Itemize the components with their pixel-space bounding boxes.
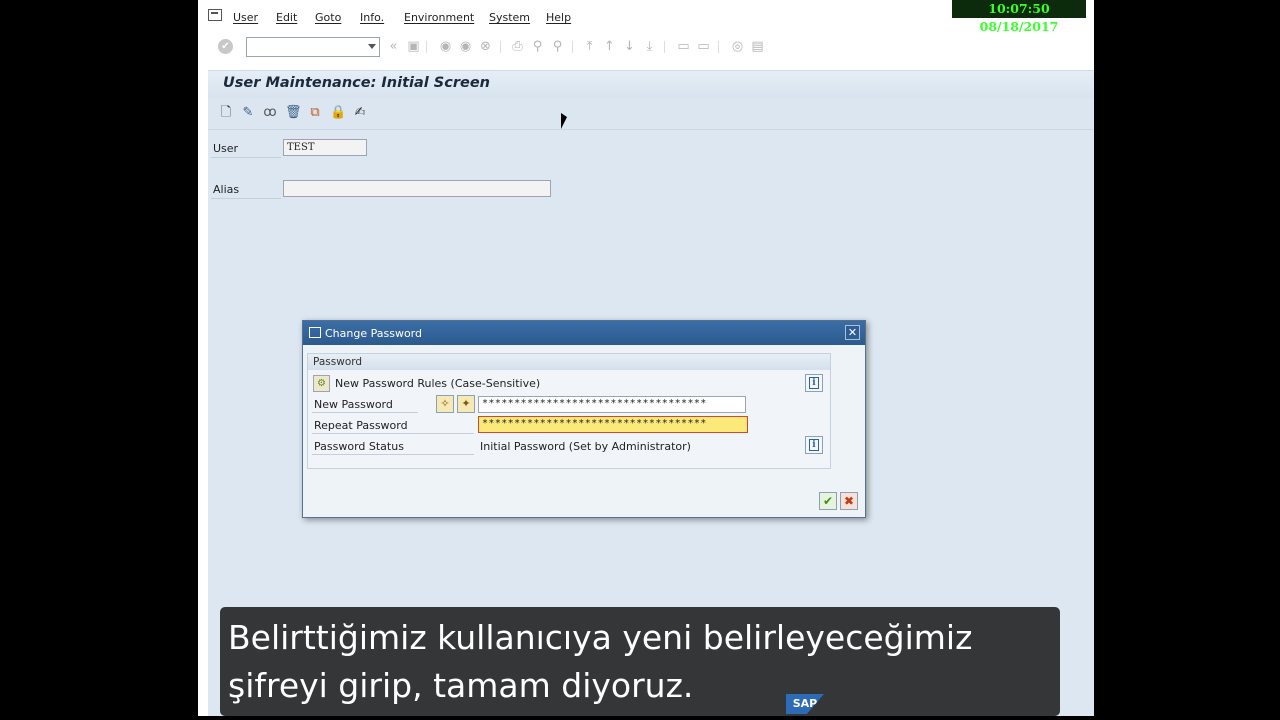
save-icon[interactable]: ▣: [406, 39, 421, 54]
toolbar-separator: [572, 41, 573, 53]
user-label: User: [213, 142, 239, 155]
print-icon[interactable]: ⎙: [510, 39, 525, 54]
menu-help[interactable]: Help: [546, 11, 571, 24]
enter-check-icon[interactable]: ✔: [218, 39, 233, 54]
page-title: User Maintenance: Initial Screen: [223, 75, 490, 91]
new-session-icon[interactable]: ▭: [676, 39, 691, 54]
menu-goto[interactable]: Goto: [315, 11, 341, 24]
subtitle-line-2: şifreyi girip, tamam diyoruz.: [228, 666, 694, 705]
generate-password-wand-icon[interactable]: ✦: [457, 395, 475, 413]
close-icon[interactable]: ✕: [845, 325, 860, 340]
find-next-icon[interactable]: ⚲: [550, 39, 565, 54]
menu-user[interactable]: User: [233, 11, 258, 24]
rules-icon[interactable]: ⚙: [313, 375, 330, 392]
menu-edit[interactable]: Edit: [276, 11, 297, 24]
first-page-icon[interactable]: ⤒: [582, 39, 597, 54]
chevron-down-icon[interactable]: [368, 44, 376, 49]
back-double-icon[interactable]: «: [386, 39, 401, 54]
command-field[interactable]: [246, 37, 380, 57]
help-icon[interactable]: ◎: [730, 39, 745, 54]
toolbar-separator: [718, 41, 719, 53]
label-underline: [211, 157, 281, 158]
last-page-icon[interactable]: ⤓: [642, 39, 657, 54]
delete-trash-icon[interactable]: 🗑: [285, 105, 302, 121]
find-icon[interactable]: ⚲: [530, 39, 545, 54]
timestamp-overlay: 10:07:50 08/18/2017: [952, 0, 1086, 34]
subtitle-line-1: Belirttiğimiz kullanıcıya yeni belirleye…: [228, 618, 973, 657]
dialog-title-bar: Change Password ✕: [303, 321, 865, 345]
cancel-button[interactable]: ✖: [840, 492, 858, 510]
mouse-cursor-icon: [561, 113, 567, 129]
standard-toolbar: ✔ « ▣ ◉ ◉ ⊗ ⎙ ⚲ ⚲ ⤒ ↑ ↓ ⤓ ▭ ▭ ◎ ▤: [198, 34, 1094, 60]
status-info-button[interactable]: i: [805, 436, 823, 454]
rules-info-button[interactable]: i: [805, 374, 823, 392]
confirm-button[interactable]: ✔: [819, 492, 837, 510]
generate-password-wand-icon[interactable]: ✧: [436, 395, 454, 413]
back-icon[interactable]: ◉: [438, 39, 453, 54]
user-input[interactable]: TEST: [283, 139, 367, 156]
password-group: Password ⚙ New Password Rules (Case-Sens…: [307, 353, 831, 469]
new-password-input[interactable]: ***********************************: [478, 396, 746, 413]
exit-icon[interactable]: ◉: [458, 39, 473, 54]
label-underline: [312, 433, 474, 434]
screen-title-bar: User Maintenance: Initial Screen: [208, 70, 1094, 98]
group-title: Password: [308, 354, 830, 370]
menu-system[interactable]: System: [489, 11, 530, 24]
subtitle-caption: Belirttiğimiz kullanıcıya yeni belirleye…: [220, 607, 1060, 716]
label-underline: [211, 198, 281, 199]
window-icon: [309, 327, 321, 338]
display-glasses-icon[interactable]: ꝏ: [262, 105, 278, 121]
password-status-label: Password Status: [314, 440, 404, 453]
create-icon[interactable]: 🗋: [218, 105, 234, 121]
application-toolbar: 🗋 ✎ ꝏ 🗑 ⧉ 🔒 ✍: [208, 98, 1094, 130]
alias-label: Alias: [213, 183, 240, 196]
new-password-label: New Password: [314, 398, 393, 411]
cancel-icon[interactable]: ⊗: [478, 39, 493, 54]
previous-page-icon[interactable]: ↑: [602, 39, 617, 54]
dialog-title: Change Password: [325, 327, 422, 340]
change-password-icon[interactable]: ✍: [352, 105, 368, 121]
info-icon: i: [809, 377, 819, 389]
label-underline: [312, 412, 418, 413]
lock-icon[interactable]: 🔒: [330, 105, 346, 121]
system-menu-icon[interactable]: [208, 9, 222, 21]
alias-input[interactable]: [283, 180, 551, 197]
info-icon: i: [809, 439, 819, 451]
change-pencil-icon[interactable]: ✎: [240, 105, 256, 121]
copy-icon[interactable]: ⧉: [307, 105, 323, 121]
repeat-password-label: Repeat Password: [314, 419, 408, 432]
change-password-dialog: Change Password ✕ Password ⚙ New Passwor…: [302, 320, 866, 518]
repeat-password-input[interactable]: ***********************************: [478, 416, 748, 433]
menu-info[interactable]: Info.: [360, 11, 384, 24]
layout-menu-icon[interactable]: ▤: [750, 39, 765, 54]
password-status-value: Initial Password (Set by Administrator): [480, 440, 691, 453]
toolbar-separator: [500, 41, 501, 53]
password-rules-label: New Password Rules (Case-Sensitive): [335, 377, 541, 390]
toolbar-separator: [664, 41, 665, 53]
next-page-icon[interactable]: ↓: [622, 39, 637, 54]
shortcut-icon[interactable]: ▭: [696, 39, 711, 54]
label-underline: [312, 454, 474, 455]
toolbar-separator: [426, 41, 427, 53]
menu-environment[interactable]: Environment: [404, 11, 474, 24]
